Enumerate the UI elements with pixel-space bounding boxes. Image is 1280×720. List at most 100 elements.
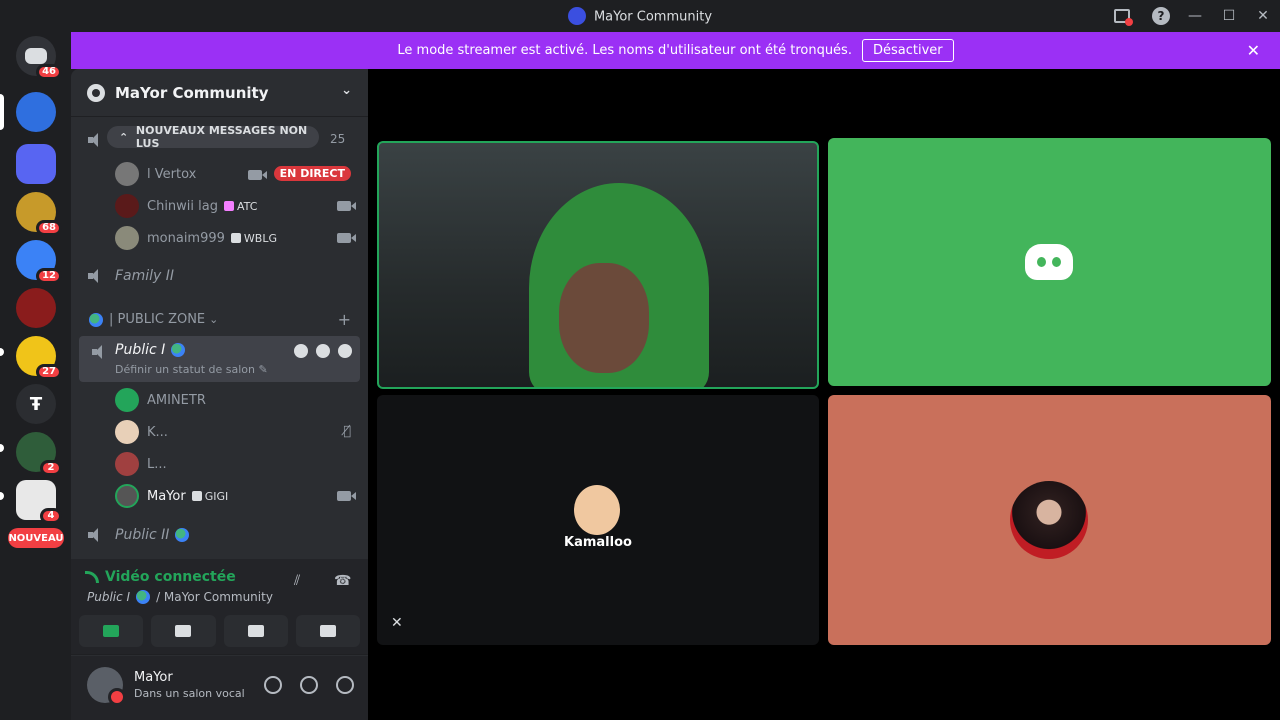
server-list: 46 68 12 27 Ŧ 2 4 NOUVEAU (0, 32, 71, 720)
camera-icon (337, 233, 356, 243)
heart-icon (224, 201, 234, 211)
avatar (1010, 481, 1088, 559)
minimize-icon: — (1188, 8, 1202, 24)
channel-sidebar: MaYor Community ⌄ ⌃ NOUVEAUX MESSAGES NO… (71, 69, 368, 720)
speaker-icon (87, 132, 105, 148)
member-tag: GIGI (191, 490, 228, 503)
avatar (115, 162, 139, 186)
voice-member[interactable]: l Vertox EN DIRECT (115, 161, 351, 187)
camera-icon (247, 170, 267, 180)
speaker-icon (91, 344, 109, 360)
unread-messages-pill[interactable]: ⌃ NOUVEAUX MESSAGES NON LUS (107, 124, 319, 150)
avatar (115, 388, 139, 412)
video-tile-kamalloo[interactable]: Kamalloo ✕ (377, 395, 819, 645)
user-avatar[interactable] (87, 667, 126, 706)
voice-member[interactable]: Chinwii lag ATC (115, 193, 356, 219)
voice-member[interactable]: MaYor GIGI (115, 483, 356, 509)
muted-icon: ✕ (391, 615, 403, 631)
avatar (574, 485, 620, 535)
close-icon: ✕ (1257, 8, 1269, 24)
voice-channel-active[interactable]: Public I Définir un statut de salon ✎ (79, 336, 360, 382)
guild-item-8[interactable]: 2 (16, 432, 62, 476)
server-header[interactable]: MaYor Community ⌄ (71, 69, 368, 117)
inbox-icon (1114, 9, 1133, 26)
screen-share-button[interactable] (151, 615, 216, 647)
voice-channel-family[interactable]: Family II (79, 268, 360, 284)
disconnect-icon[interactable]: ☎ (334, 573, 352, 591)
avatar (115, 226, 139, 250)
voice-channel-public-2[interactable]: Public II (79, 527, 360, 543)
video-tile-camera[interactable] (377, 141, 819, 389)
banner-close-icon[interactable]: ✕ (1247, 41, 1260, 60)
chevron-down-icon: ⌄ (341, 83, 352, 98)
video-tile-avatar[interactable] (828, 395, 1271, 645)
help-button[interactable]: ? (1144, 0, 1178, 32)
server-icon (567, 7, 586, 25)
soundboard-icon (319, 625, 336, 637)
home-button[interactable]: 46 (16, 36, 62, 80)
sword-icon (191, 491, 202, 501)
microphone-icon[interactable] (264, 676, 282, 694)
avatar (115, 420, 139, 444)
activity-button[interactable] (223, 615, 288, 647)
guild-item-4[interactable]: 12 (16, 240, 62, 284)
chat-icon[interactable] (294, 344, 308, 358)
soundboard-button[interactable] (295, 615, 360, 647)
close-button[interactable]: ✕ (1246, 0, 1280, 32)
inbox-button[interactable] (1100, 0, 1144, 32)
screen-share-icon (175, 625, 192, 637)
guild-item-5[interactable] (16, 288, 56, 328)
channel-status[interactable]: Définir un statut de salon ✎ (115, 363, 268, 376)
globe-icon (136, 590, 151, 604)
headphones-icon[interactable] (300, 676, 318, 694)
video-stage: Kamalloo ✕ (368, 69, 1280, 720)
server-settings-icon (87, 83, 105, 102)
help-icon: ? (1152, 7, 1170, 25)
avatar (115, 452, 139, 476)
maximize-button[interactable]: ☐ (1212, 0, 1246, 32)
avatar (115, 194, 139, 218)
voice-member[interactable]: L... (115, 451, 351, 477)
live-badge: EN DIRECT (273, 166, 351, 181)
noise-suppression-icon[interactable]: ⫽ (294, 573, 312, 591)
disable-streamer-button[interactable]: Désactiver (861, 39, 954, 62)
invite-icon[interactable] (316, 344, 330, 358)
gamepad-icon (247, 625, 264, 637)
maximize-icon: ☐ (1222, 8, 1236, 24)
voice-status[interactable]: Vidéo connectée (85, 569, 236, 585)
globe-icon (89, 312, 103, 327)
add-channel-icon[interactable]: + (338, 310, 351, 329)
voice-member[interactable]: monaim999 WBLG (115, 225, 356, 251)
camera-button[interactable] (79, 615, 144, 647)
chevron-down-icon: ⌄ (209, 313, 219, 326)
camera-feed-face (559, 263, 649, 373)
user-name[interactable]: MaYor (134, 670, 173, 685)
guild-logo-icon: Ŧ (29, 393, 43, 415)
category-public-zone[interactable]: | PUBLIC ZONE ⌄ + (89, 310, 359, 329)
voice-member[interactable]: AMINETR (115, 387, 351, 413)
guild-item-6[interactable]: 27 (16, 336, 62, 380)
minimize-button[interactable]: — (1178, 0, 1212, 32)
guild-item-9[interactable]: 4 (16, 480, 62, 524)
video-tile-discord[interactable] (828, 138, 1271, 386)
voice-connection-panel: Vidéo connectée Public I / MaYor Communit… (71, 559, 368, 655)
voice-location[interactable]: Public I / MaYor Community (87, 590, 273, 604)
muted-icon: 🎙̸ (343, 424, 351, 439)
title-bar: MaYor Community ? — ☐ ✕ (0, 0, 1280, 32)
guild-item-3[interactable]: 68 (16, 192, 62, 236)
guild-item-1[interactable] (16, 92, 56, 132)
new-servers-pill[interactable]: NOUVEAU (8, 528, 64, 548)
guild-item-7[interactable]: Ŧ (16, 384, 56, 424)
gear-icon[interactable] (336, 676, 354, 694)
guild-folder[interactable] (16, 144, 56, 184)
globe-icon (175, 528, 190, 542)
speaker-icon (87, 268, 105, 284)
discord-icon (1025, 244, 1073, 280)
gear-icon[interactable] (338, 344, 352, 358)
sword-icon (230, 233, 241, 243)
streamer-mode-banner: Le mode streamer est activé. Les noms d'… (71, 32, 1280, 69)
voice-member[interactable]: K... 🎙̸ (115, 419, 351, 445)
camera-icon (337, 201, 356, 211)
camera-icon (337, 491, 356, 501)
user-status: Dans un salon vocal (134, 687, 245, 700)
